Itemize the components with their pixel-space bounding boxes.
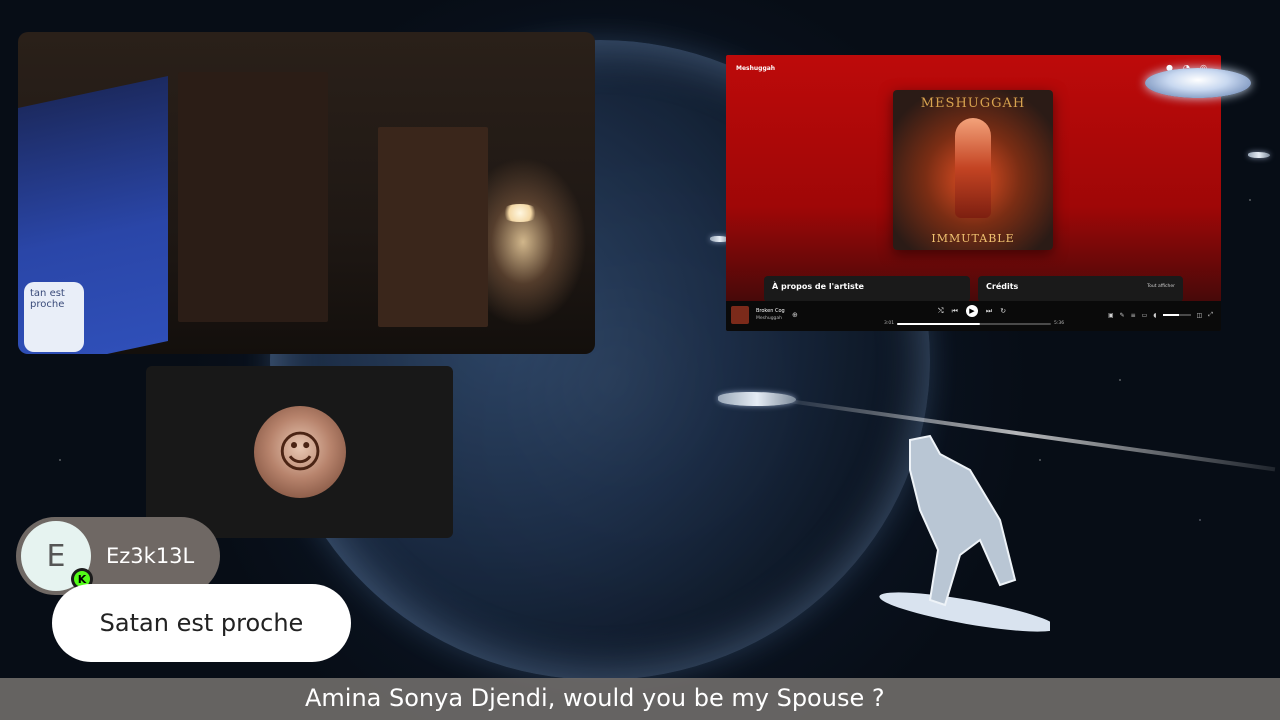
artist-header: Meshuggah [736,65,776,72]
fullscreen-icon[interactable]: ⤢ [1208,311,1213,319]
now-playing-view-icon[interactable]: ▣ [1108,312,1114,319]
silver-surfer [879,434,1050,632]
ticker-text: Amina Sonya Djendi, would you be my Spou… [305,684,885,712]
spaceship [718,392,796,406]
credits-label: Crédits [986,282,1019,291]
curtain [378,127,488,327]
repeat-icon[interactable]: ↻ [1000,307,1006,315]
connect-device-icon[interactable]: ▭ [1142,312,1148,319]
music-player-window: Meshuggah ● ◔ ◎ MESHUGGAH IMMUTABLE À pr… [726,55,1221,331]
now-playing-artist[interactable]: Meshuggah [756,316,782,321]
webcam-feed: tan est proche [18,32,595,354]
lamp-light [500,204,540,222]
player-right-controls: ▣ ✎ ≡ ▭ ◖ ◫ ⤢ [1108,311,1213,319]
chat-message-text: Satan est proche [99,609,304,637]
chat-message-bubble: Satan est proche [52,584,351,662]
chat-username: Ez3k13L [106,544,195,568]
curtain [178,72,328,322]
credits-card[interactable]: Crédits Tout afficher [978,276,1183,302]
cover-figure [955,118,991,218]
album-cover[interactable]: MESHUGGAH IMMUTABLE [893,90,1053,250]
avatar-initial: E [46,538,66,574]
progress-fill [897,323,981,325]
mini-player-icon[interactable]: ◫ [1197,312,1203,319]
queue-icon[interactable]: ≡ [1131,312,1136,319]
next-icon[interactable]: ⏭ [986,307,992,316]
avatar-camera-panel: ☺ [146,366,453,538]
now-playing-title[interactable]: Broken Cog [756,308,785,314]
show-all-link[interactable]: Tout afficher [1147,284,1175,289]
elapsed-time: 3:01 [884,321,895,326]
player-bar: Broken Cog Meshuggah ⊕ ⤭ ⏮ ▶ ⏭ ↻ 3:01 5:… [726,301,1221,331]
playback-controls: ⤭ ⏮ ▶ ⏭ ↻ [938,305,1006,317]
desk-screen-text: tan est proche [30,288,65,310]
progress-bar[interactable] [897,323,1051,325]
about-artist-label: À propos de l'artiste [772,282,864,291]
duration-time: 5:36 [1054,321,1065,326]
ufo-ship [1145,68,1251,98]
now-playing-thumbnail[interactable] [731,306,749,324]
add-to-library-icon[interactable]: ⊕ [792,311,798,319]
spaceship [1248,152,1270,158]
volume-icon[interactable]: ◖ [1153,312,1156,319]
cover-band-name: MESHUGGAH [920,96,1026,111]
cover-album-name: IMMUTABLE [931,232,1015,245]
bottom-ticker: Amina Sonya Djendi, would you be my Spou… [0,678,1280,720]
play-button[interactable]: ▶ [965,305,978,317]
lyrics-icon[interactable]: ✎ [1120,312,1125,319]
volume-slider[interactable] [1162,314,1191,316]
shuffle-icon[interactable]: ⤭ [938,307,944,316]
desk-screen: tan est proche [24,282,84,352]
previous-icon[interactable]: ⏮ [952,307,958,316]
about-artist-card[interactable]: À propos de l'artiste [764,276,970,302]
volume-fill [1162,314,1180,316]
avatar-face-icon: ☺ [254,406,346,498]
